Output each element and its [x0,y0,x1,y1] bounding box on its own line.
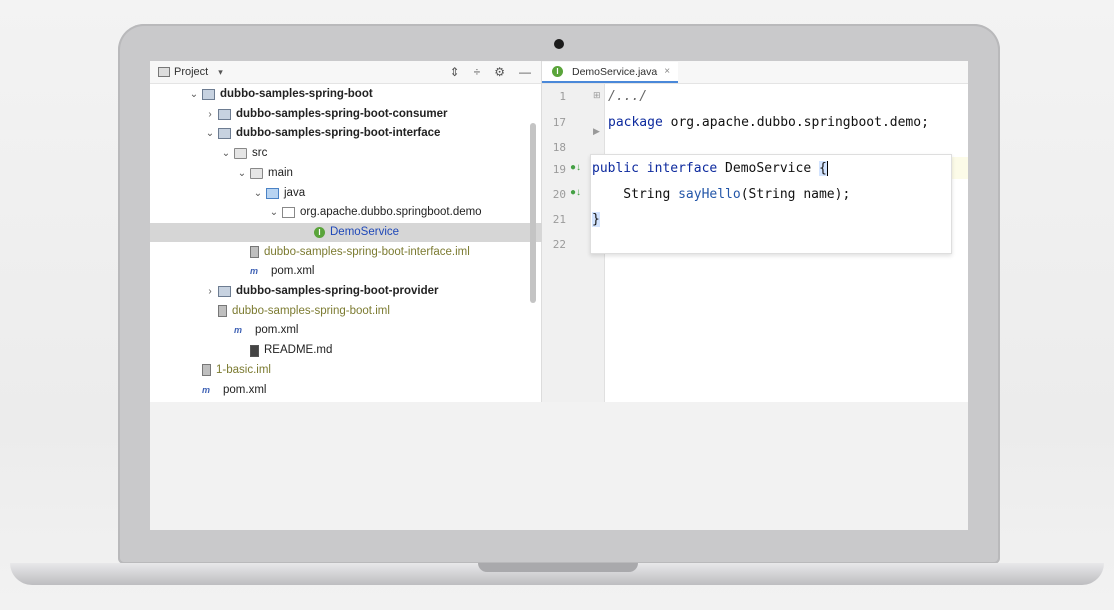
tree-item-label: dubbo-samples-spring-boot.iml [232,304,390,317]
iml-file-icon [202,364,211,377]
line-number: 19 [552,163,566,176]
tree-item-label: dubbo-samples-spring-boot-consumer [236,107,448,120]
tab-label: DemoService.java [572,65,658,78]
tree-item[interactable]: ⌄ dubbo-samples-spring-boot-interface [150,124,580,143]
module-folder-icon [218,128,231,140]
tree-item[interactable]: m pom.xml [150,381,564,400]
chevron-right-icon[interactable]: › [204,282,216,301]
code-text: String [592,187,679,202]
line-number: 21 [552,213,566,226]
project-view-dropdown[interactable]: Project ▾ [150,66,223,78]
tree-item[interactable]: m pom.xml [150,321,596,340]
chevron-down-icon: ▾ [218,66,223,77]
folder-icon [234,148,247,160]
tree-item-label: dubbo-samples-spring-boot-interface [236,127,441,140]
project-icon [158,67,170,77]
line-number: 22 [552,238,566,251]
chevron-down-icon[interactable]: ⌄ [220,144,232,163]
chevron-right-icon[interactable]: › [204,105,216,124]
gear-icon[interactable]: ⚙ [494,65,505,79]
tree-item[interactable]: 1-basic.iml [150,361,564,380]
code-line-21: } [592,212,600,227]
minimize-icon[interactable]: — [519,65,531,79]
text-caret [826,161,828,176]
collapse-all-icon[interactable]: ÷ [474,65,481,79]
code-editor: I DemoService.java × 1 17 18 19 20 21 22… [542,61,968,402]
tree-item-label: java [284,186,306,199]
module-folder-icon [218,286,231,297]
tree-item[interactable]: › dubbo-samples-spring-boot-provider [150,282,580,301]
code-text: (String name); [740,187,851,202]
code-line-1: /.../ [608,89,647,104]
module-folder-icon [218,108,231,120]
maven-icon: m [234,325,243,336]
chevron-down-icon[interactable]: ⌄ [236,164,248,183]
maven-icon: m [250,266,259,277]
code-line-19: public interface DemoService { [592,161,828,176]
expand-arrow-icon[interactable]: ▶ [593,126,600,137]
tree-item-label: main [268,166,293,179]
closing-brace: } [592,212,600,227]
tree-item-label: dubbo-samples-spring-boot-provider [236,285,439,297]
editor-tab-bar: I DemoService.java × [542,61,968,84]
tree-item-label: dubbo-samples-spring-boot [220,88,373,100]
collapsed-comment[interactable]: /.../ [608,89,647,104]
matched-brace: { [818,161,827,176]
project-title: Project [174,66,209,78]
line-number: 20 [552,188,566,201]
interface-icon: I [552,66,563,77]
markdown-icon [250,344,259,357]
method-name: sayHello [678,187,741,202]
tree-item-label: README.md [264,344,333,357]
line-number: 18 [552,141,566,154]
tree-item-label: dubbo-samples-spring-boot-interface.iml [264,245,470,258]
chevron-down-icon[interactable]: ⌄ [204,124,216,143]
line-number: 17 [552,116,566,129]
expand-all-icon[interactable]: ⇕ [450,65,460,79]
keyword: package [608,115,663,130]
laptop-notch [478,563,638,572]
code-text: DemoService [717,161,819,176]
source-folder-icon [266,187,279,199]
chevron-down-icon[interactable]: ⌄ [188,85,200,104]
tree-item[interactable]: ⌄ dubbo-samples-spring-boot [150,85,564,104]
close-icon[interactable]: × [664,66,670,77]
fold-icon[interactable]: ⊞ [593,90,601,101]
tree-item[interactable]: › dubbo-samples-spring-boot-consumer [150,105,580,124]
interface-icon: I [314,226,325,238]
project-toolbar: Project ▾ ⇕ ÷ ⚙ — [150,61,541,84]
tab-demoservice-java[interactable]: I DemoService.java × [542,62,679,83]
iml-file-icon [218,305,227,318]
tree-item-label: src [252,147,268,160]
tree-item-label: org.apache.dubbo.springboot.demo [300,206,482,219]
tree-item[interactable]: dubbo-samples-spring-boot.iml [150,302,580,321]
tree-scrollbar[interactable] [530,123,536,303]
maven-icon: m [202,384,211,395]
project-panel: Project ▾ ⇕ ÷ ⚙ — ⌄ dubbo-samples-spring-… [150,61,676,402]
line-number: 1 [559,90,566,103]
tree-item-label: pom.xml [223,383,267,396]
chevron-down-icon[interactable]: ⌄ [268,203,280,222]
keyword: public interface [592,161,718,176]
implemented-marker-icon[interactable]: ●↓ [570,162,581,173]
tree-item-label: pom.xml [255,324,299,337]
iml-file-icon [250,246,259,259]
tree-item-label: DemoService [330,225,400,238]
code-text: org.apache.dubbo.springboot.demo; [662,115,929,130]
tree-item-label: 1-basic.iml [216,363,271,376]
code-line-17: package org.apache.dubbo.springboot.demo… [608,115,929,130]
chevron-down-icon[interactable]: ⌄ [252,184,264,203]
camera-icon [554,39,564,49]
tree-item-label: pom.xml [271,265,315,278]
folder-icon [250,167,263,179]
module-folder-icon [202,89,215,100]
code-line-20: String sayHello(String name); [592,187,850,202]
laptop-screen: Project ▾ ⇕ ÷ ⚙ — ⌄ dubbo-samples-spring-… [150,61,968,530]
package-icon [282,207,295,219]
implemented-marker-icon[interactable]: ●↓ [570,187,581,198]
